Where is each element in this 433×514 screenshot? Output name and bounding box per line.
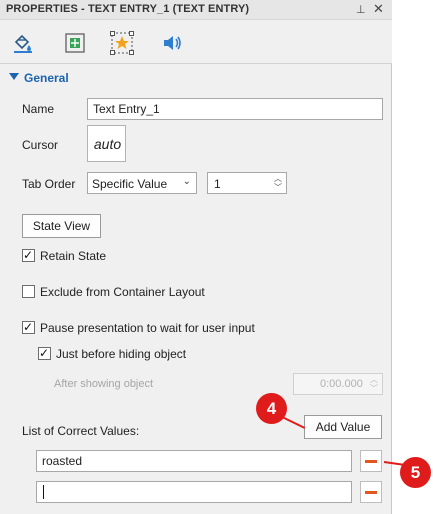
after-showing-value: 0:00.000: [320, 378, 363, 390]
exclude-layout-label: Exclude from Container Layout: [40, 285, 205, 299]
tab-style[interactable]: [6, 28, 40, 58]
after-showing-stepper: 0:00.000 ︿ ﹀: [293, 373, 383, 395]
add-value-button[interactable]: Add Value: [304, 415, 382, 439]
correct-values-label: List of Correct Values:: [22, 424, 140, 438]
properties-panel: PROPERTIES - TEXT ENTRY_1 (TEXT ENTRY) ⊥…: [0, 0, 392, 514]
remove-value-button[interactable]: [360, 481, 382, 503]
tab-order-stepper[interactable]: 1 ︿ ﹀: [207, 172, 287, 194]
property-tabs: [0, 20, 392, 64]
tab-order-value: Specific Value: [92, 177, 168, 191]
checkmark-icon: ✓: [23, 320, 34, 334]
name-input[interactable]: Text Entry_1: [87, 98, 383, 120]
before-hiding-label: Just before hiding object: [56, 347, 187, 361]
correct-value-input[interactable]: roasted: [36, 450, 352, 472]
pin-icon[interactable]: ⊥: [356, 3, 366, 16]
general-section-header[interactable]: General: [0, 68, 392, 88]
callout-badge: 4: [256, 393, 287, 424]
before-hiding-checkbox[interactable]: ✓: [38, 346, 51, 360]
state-view-button[interactable]: State View: [22, 214, 101, 238]
cursor-label: Cursor: [22, 138, 59, 152]
tab-order-select[interactable]: Specific Value ⌄: [87, 172, 197, 194]
tab-order-label: Tab Order: [22, 177, 76, 191]
name-label: Name: [22, 102, 55, 116]
correct-value-input[interactable]: [36, 481, 352, 503]
cursor-value: auto: [93, 136, 122, 152]
collapse-caret-icon[interactable]: [9, 73, 19, 80]
tab-position[interactable]: [58, 28, 92, 58]
tab-actions[interactable]: [105, 28, 139, 58]
panel-title: PROPERTIES - TEXT ENTRY_1 (TEXT ENTRY): [6, 3, 250, 15]
exclude-layout-checkbox[interactable]: [22, 285, 35, 298]
checkmark-icon: ✓: [23, 248, 34, 262]
cursor-picker[interactable]: auto: [87, 125, 126, 162]
stepper-arrows-icon[interactable]: ︿ ﹀: [273, 174, 283, 192]
minus-icon: [365, 491, 377, 494]
general-section-title: General: [24, 71, 69, 85]
after-showing-label: After showing object: [54, 378, 154, 390]
chevron-down-icon: ⌄: [182, 176, 191, 187]
retain-state-label: Retain State: [40, 249, 107, 263]
callout-badge: 5: [400, 457, 431, 488]
remove-value-button[interactable]: [360, 450, 382, 472]
tab-order-number: 1: [214, 177, 221, 191]
pause-presentation-label: Pause presentation to wait for user inpu…: [40, 321, 255, 335]
text-cursor: [43, 485, 44, 499]
speaker-icon: [164, 36, 181, 50]
minus-icon: [365, 460, 377, 463]
panel-titlebar: PROPERTIES - TEXT ENTRY_1 (TEXT ENTRY) ⊥…: [0, 0, 392, 20]
tab-audio[interactable]: [155, 28, 189, 58]
star-interaction-icon: [110, 31, 134, 55]
paint-bucket-icon: [14, 34, 32, 53]
retain-state-checkbox[interactable]: ✓: [22, 248, 35, 262]
pause-presentation-checkbox[interactable]: ✓: [22, 320, 35, 334]
close-icon[interactable]: ✕: [373, 1, 384, 17]
checkmark-icon: ✓: [39, 346, 50, 360]
position-size-icon: [65, 33, 85, 53]
stepper-arrows-icon: ︿ ﹀: [370, 375, 378, 393]
